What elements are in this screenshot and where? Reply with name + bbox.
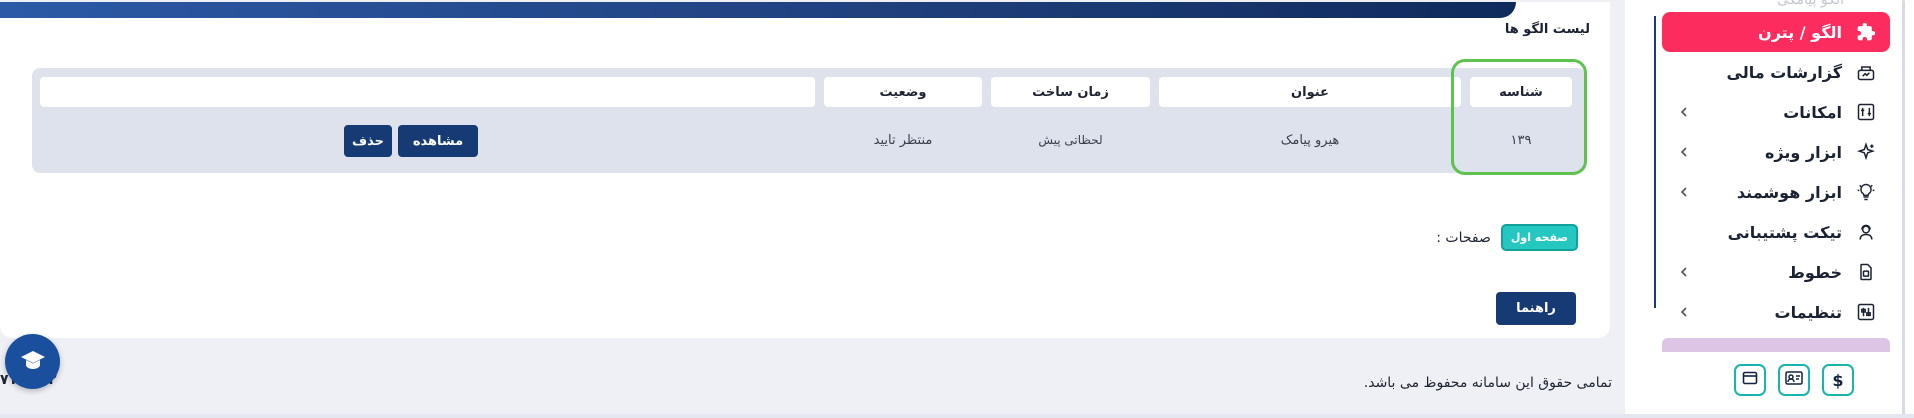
lightbulb-icon [1854, 180, 1878, 204]
column-header-actions [40, 77, 815, 107]
wallet-button[interactable]: $ [1822, 364, 1854, 396]
sidebar-scrollbar[interactable] [1902, 0, 1905, 418]
cell-status: منتظر تایید [873, 132, 933, 148]
column-header-status: وضعیت [824, 77, 982, 107]
sidebar-item-partial[interactable] [1662, 338, 1890, 352]
sidebar-item-financial-reports[interactable]: گزارشات مالی [1662, 52, 1890, 92]
footer-copyright: تمامی حقوق این سامانه محفوظ می باشد. [1363, 375, 1612, 391]
id-card-icon [1785, 370, 1803, 390]
sidebar: الگو پیامکی الگو / پترن گزارشات مالی امک… [1625, 0, 1914, 418]
chevron-left-icon [1676, 264, 1692, 280]
chevron-left-icon [1676, 304, 1692, 320]
sidebar-item-label: ابزار ویژه [1764, 142, 1842, 162]
cell-created: لحظاتی پیش [1038, 133, 1103, 147]
sidebar-item-special-tools[interactable]: ابزار ویژه [1662, 132, 1890, 172]
column-header-created: زمان ساخت [991, 77, 1150, 107]
features-icon [1854, 100, 1878, 124]
guide-button[interactable]: راهنما [1496, 292, 1576, 325]
sidebar-item-label: امکانات [1783, 102, 1842, 122]
sidebar-item-smart-tools[interactable]: ابزار هوشمند [1662, 172, 1890, 212]
sidebar-item-lines[interactable]: خطوط [1662, 252, 1890, 292]
sidebar-item-label: خطوط [1788, 262, 1842, 282]
highlight-outline [1451, 59, 1587, 175]
puzzle-icon [1854, 20, 1878, 44]
sidebar-item-pattern[interactable]: الگو / پترن [1662, 12, 1890, 52]
patterns-card: لیست الگو ها شناسه عنوان زمان ساخت وضعیت… [0, 2, 1610, 338]
sidebar-item-support-ticket[interactable]: تیکت پشتیبانی [1662, 212, 1890, 252]
sidebar-item-cut-label: الگو پیامکی [1777, 0, 1844, 8]
tutorial-fab[interactable] [5, 334, 60, 389]
sidebar-item-label: گزارشات مالی [1726, 62, 1842, 82]
graduation-cap-icon [20, 349, 46, 375]
column-header-title: عنوان [1159, 77, 1461, 107]
page-bottom-border [0, 414, 1914, 418]
sparkle-icon [1854, 140, 1878, 164]
delete-button[interactable]: حذف [344, 125, 392, 157]
pagination: صفحات : صفحه اول [1436, 224, 1578, 251]
chevron-left-icon [1676, 104, 1692, 120]
sidebar-item-settings[interactable]: تنظیمات [1662, 292, 1890, 332]
first-page-button[interactable]: صفحه اول [1500, 224, 1578, 251]
view-button[interactable]: مشاهده [398, 125, 478, 157]
browser-window-icon [1742, 370, 1758, 390]
sidebar-item-label: الگو / پترن [1758, 22, 1842, 42]
page-title: لیست الگو ها [1504, 22, 1590, 37]
settings-icon [1854, 300, 1878, 324]
pagination-label: صفحات : [1436, 229, 1491, 246]
support-agent-icon [1854, 220, 1878, 244]
cell-title: هیرو پیامک [1280, 132, 1340, 148]
profile-card-button[interactable] [1778, 364, 1810, 396]
sidebar-menu: الگو / پترن گزارشات مالی امکانات ابزار و… [1662, 12, 1890, 352]
finance-report-icon [1854, 60, 1878, 84]
sidebar-item-label: تیکت پشتیبانی [1727, 222, 1842, 242]
sidebar-rail-line [1654, 16, 1656, 308]
sim-card-icon [1854, 260, 1878, 284]
sidebar-item-label: ابزار هوشمند [1736, 182, 1842, 202]
sidebar-bottom-actions: $ [1734, 364, 1854, 396]
sidebar-item-features[interactable]: امکانات [1662, 92, 1890, 132]
window-button[interactable] [1734, 364, 1766, 396]
sidebar-item-label: تنظیمات [1774, 302, 1842, 322]
chevron-left-icon [1676, 184, 1692, 200]
chevron-left-icon [1676, 144, 1692, 160]
dollar-icon: $ [1832, 370, 1844, 390]
card-header-bar [0, 2, 1516, 18]
patterns-table: شناسه عنوان زمان ساخت وضعیت ۱۳۹ هیرو پیا… [32, 68, 1586, 173]
